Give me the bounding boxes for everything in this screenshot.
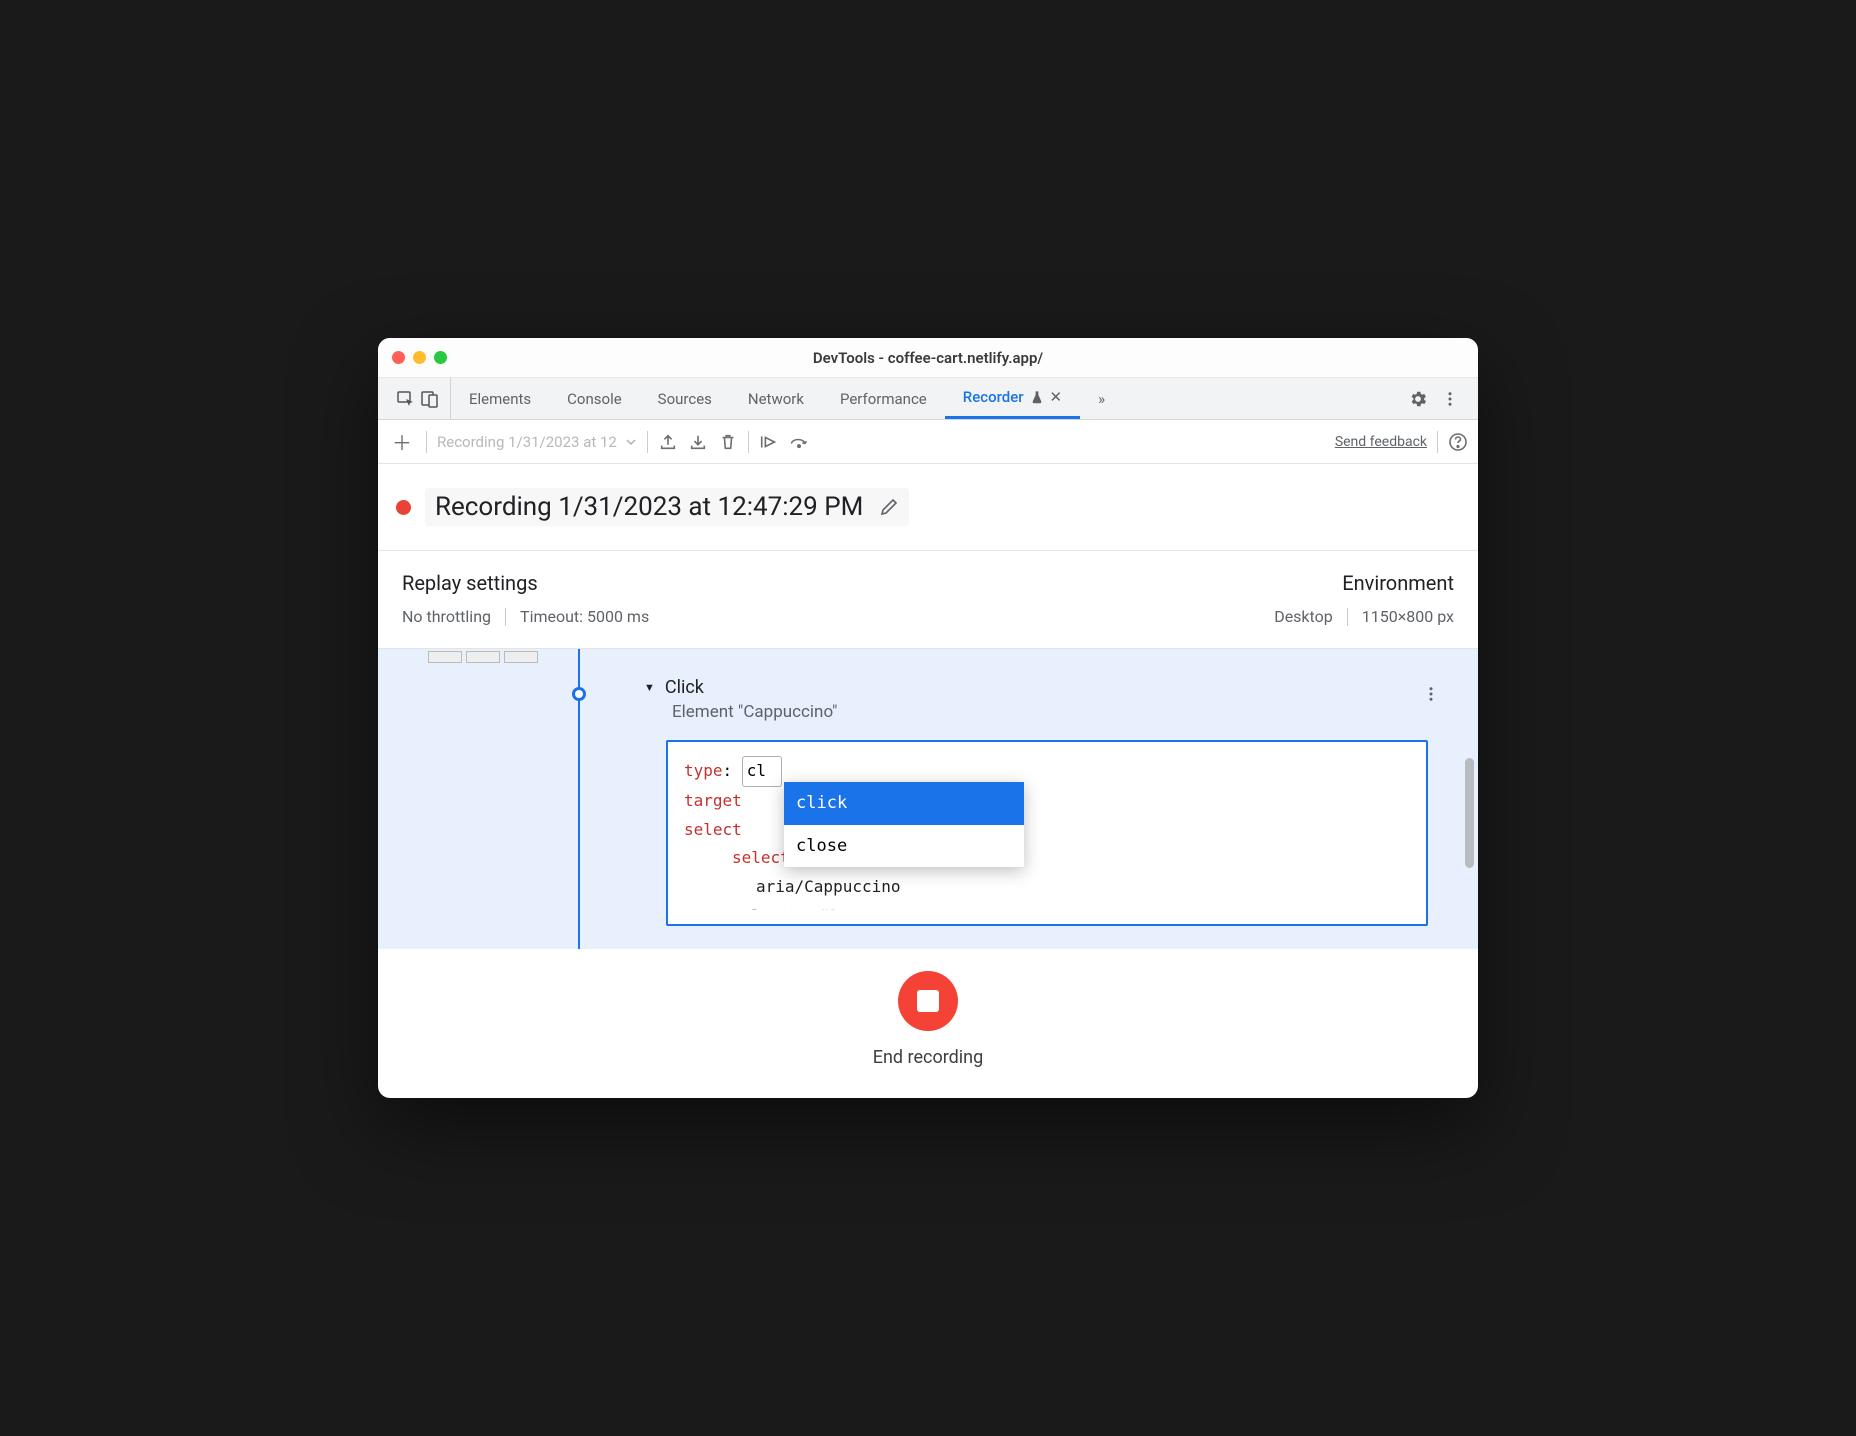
autocomplete-option-close[interactable]: close: [784, 825, 1024, 868]
tab-elements[interactable]: Elements: [451, 378, 549, 419]
collapse-icon: ▼: [644, 681, 655, 694]
throttling-value[interactable]: No throttling: [402, 607, 491, 626]
end-recording-button[interactable]: [898, 971, 958, 1031]
screenshot-thumbnails: [428, 651, 538, 663]
window-title: DevTools - coffee-cart.netlify.app/: [378, 349, 1478, 367]
viewport-value[interactable]: 1150×800 px: [1362, 607, 1454, 626]
delete-icon[interactable]: [718, 432, 738, 452]
tab-performance[interactable]: Performance: [822, 378, 945, 419]
tab-recorder[interactable]: Recorder ✕: [945, 378, 1080, 419]
close-tab-icon[interactable]: ✕: [1050, 388, 1063, 406]
replay-icon[interactable]: [759, 432, 779, 452]
timeline-dot: [572, 687, 586, 701]
recording-select[interactable]: Recording 1/31/2023 at 12: [437, 433, 637, 451]
tab-bar: Elements Console Sources Network Perform…: [378, 378, 1478, 420]
flask-icon: [1030, 390, 1044, 404]
step-card: ▼ Click Element "Cappuccino" type: targe…: [618, 649, 1466, 926]
thumb-2[interactable]: [466, 651, 500, 663]
send-feedback-link[interactable]: Send feedback: [1335, 434, 1427, 450]
target-key: target: [684, 791, 742, 810]
import-icon[interactable]: [688, 432, 708, 452]
recording-indicator-icon: [396, 500, 411, 515]
tab-network[interactable]: Network: [730, 378, 822, 419]
export-icon[interactable]: [658, 432, 678, 452]
maximize-window-icon[interactable]: [434, 351, 447, 364]
recording-title: Recording 1/31/2023 at 12:47:29 PM: [425, 488, 909, 526]
step-name: Click: [665, 677, 704, 698]
traffic-lights: [392, 351, 447, 364]
scrollbar-thumb[interactable]: [1465, 758, 1474, 868]
step-code-editor[interactable]: type: target select selector #1: aria/Ca…: [666, 740, 1428, 926]
tab-console[interactable]: Console: [549, 378, 640, 419]
end-recording-label: End recording: [378, 1047, 1478, 1068]
selector1-value: aria/Cappuccino: [684, 873, 1410, 902]
thumb-3[interactable]: [504, 651, 538, 663]
type-input[interactable]: [747, 761, 777, 780]
settings-icon[interactable]: [1408, 389, 1428, 409]
selectors-key: select: [684, 820, 742, 839]
chevron-down-icon: [625, 436, 637, 448]
step-header[interactable]: ▼ Click: [618, 677, 1466, 698]
device-value[interactable]: Desktop: [1274, 607, 1333, 626]
steps-panel: ▼ Click Element "Cappuccino" type: targe…: [378, 649, 1478, 949]
edit-title-icon[interactable]: [879, 497, 899, 517]
recording-heading-row: Recording 1/31/2023 at 12:47:29 PM: [378, 464, 1478, 551]
recorder-toolbar: ＋ Recording 1/31/2023 at 12 Send feedbac…: [378, 420, 1478, 464]
autocomplete-popup: click close: [784, 782, 1024, 867]
new-recording-button[interactable]: ＋: [388, 423, 416, 460]
environment-title: Environment: [1274, 571, 1454, 595]
autocomplete-option-click[interactable]: click: [784, 782, 1024, 825]
step-subtitle: Element "Cappuccino": [618, 702, 1466, 722]
type-key: type: [684, 761, 723, 780]
environment-group: Environment Desktop 1150×800 px: [1274, 571, 1454, 626]
step-more-icon[interactable]: [1422, 685, 1440, 703]
tab-overflow[interactable]: »: [1080, 378, 1123, 419]
tab-sources[interactable]: Sources: [640, 378, 730, 419]
close-window-icon[interactable]: [392, 351, 405, 364]
footer: End recording: [378, 949, 1478, 1098]
replay-settings-group: Replay settings No throttling Timeout: 5…: [402, 571, 649, 626]
replay-settings-title: Replay settings: [402, 571, 649, 595]
device-toggle-icon[interactable]: [420, 389, 440, 409]
more-menu-icon[interactable]: [1440, 389, 1460, 409]
timeout-value[interactable]: Timeout: 5000 ms: [520, 607, 649, 626]
devtools-window: DevTools - coffee-cart.netlify.app/ Elem…: [378, 338, 1478, 1098]
minimize-window-icon[interactable]: [413, 351, 426, 364]
inspect-icon[interactable]: [396, 389, 416, 409]
step-over-icon[interactable]: [789, 432, 809, 452]
stop-icon: [917, 990, 939, 1012]
titlebar: DevTools - coffee-cart.netlify.app/: [378, 338, 1478, 378]
thumb-1[interactable]: [428, 651, 462, 663]
help-icon[interactable]: [1448, 432, 1468, 452]
settings-row: Replay settings No throttling Timeout: 5…: [378, 551, 1478, 649]
